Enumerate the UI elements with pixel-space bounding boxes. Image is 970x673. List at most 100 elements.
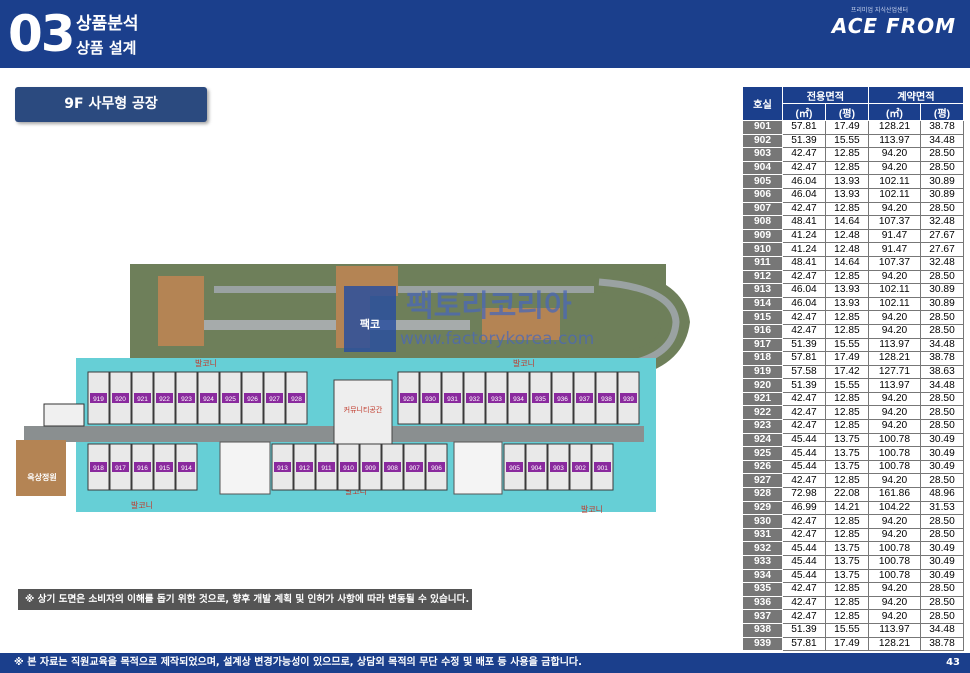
table-row: 908 48.41 14.64 107.37 32.48 — [742, 215, 964, 230]
area-cell: 46.99 — [782, 500, 826, 516]
unit-number: 901 — [597, 465, 608, 472]
table-row: 939 57.81 17.49 128.21 38.78 — [742, 636, 964, 652]
unit-number: 923 — [181, 396, 192, 403]
area-cell: 128.21 — [867, 351, 922, 366]
area-cell: 42.47 — [782, 269, 826, 285]
unit-cell: 928 — [742, 487, 783, 502]
area-cell: 13.75 — [824, 459, 869, 475]
area-cell: 48.41 — [782, 215, 826, 230]
area-cell: 12.85 — [824, 201, 869, 217]
area-cell: 17.49 — [824, 636, 869, 652]
area-cell: 100.78 — [867, 459, 922, 475]
area-cell: 102.11 — [867, 296, 922, 312]
area-cell: 113.97 — [867, 622, 922, 638]
area-cell: 13.93 — [824, 283, 869, 298]
area-cell: 12.85 — [824, 419, 869, 434]
unit-cell: 925 — [742, 446, 783, 461]
table-row: 910 41.24 12.48 91.47 27.67 — [742, 242, 964, 257]
area-cell: 12.85 — [824, 595, 869, 611]
unit-number: 931 — [447, 396, 458, 403]
unit-cell: 936 — [742, 595, 783, 611]
unit-number: 912 — [299, 465, 310, 472]
table-row: 936 42.47 12.85 94.20 28.50 — [742, 595, 964, 611]
plan-unit: 920 — [109, 371, 132, 425]
plan-unit: 929 — [397, 371, 420, 425]
area-cell: 42.47 — [782, 201, 826, 217]
area-cell: 57.81 — [782, 120, 826, 135]
area-cell: 17.42 — [824, 364, 869, 380]
area-cell: 28.50 — [920, 473, 964, 489]
unit-number: 905 — [509, 465, 520, 472]
area-cell: 94.20 — [867, 582, 922, 597]
area-cell: 94.20 — [867, 609, 922, 624]
area-cell: 46.04 — [782, 283, 826, 298]
unit-cell: 926 — [742, 459, 783, 475]
watermark-badge-top: 팩코 — [360, 317, 380, 331]
area-cell: 94.20 — [867, 323, 922, 339]
area-cell: 38.63 — [920, 364, 964, 380]
unit-cell: 906 — [742, 187, 783, 203]
area-cell: 34.48 — [920, 133, 964, 149]
plan-unit: 914 — [175, 443, 198, 491]
area-cell: 30.49 — [920, 446, 964, 461]
area-cell: 15.55 — [824, 378, 869, 393]
section-title: 상품분석 — [76, 14, 139, 34]
col-contract-py: (평) — [920, 103, 964, 121]
plan-unit: 909 — [359, 443, 382, 491]
area-cell: 28.50 — [920, 201, 964, 217]
area-cell: 94.20 — [867, 405, 922, 421]
area-cell: 94.20 — [867, 310, 922, 325]
area-cell: 34.48 — [920, 622, 964, 638]
plan-unit: 925 — [219, 371, 242, 425]
unit-cell: 921 — [742, 391, 783, 407]
area-cell: 28.50 — [920, 609, 964, 624]
area-cell: 45.44 — [782, 446, 826, 461]
plan-unit: 927 — [263, 371, 286, 425]
unit-cell: 916 — [742, 323, 783, 339]
table-row: 937 42.47 12.85 94.20 28.50 — [742, 609, 964, 624]
section-subtitle: 상품 설계 — [76, 39, 137, 57]
area-cell: 12.85 — [824, 609, 869, 624]
area-cell: 13.75 — [824, 568, 869, 584]
area-cell: 100.78 — [867, 432, 922, 448]
plan-unit: 922 — [153, 371, 176, 425]
area-cell: 32.48 — [920, 215, 964, 230]
plan-unit: 937 — [573, 371, 596, 425]
area-cell: 12.85 — [824, 310, 869, 325]
table-row: 925 45.44 13.75 100.78 30.49 — [742, 446, 964, 461]
area-cell: 28.50 — [920, 323, 964, 339]
area-cell: 28.50 — [920, 405, 964, 421]
unit-number: 932 — [469, 396, 480, 403]
unit-number: 928 — [291, 396, 302, 403]
unit-cell: 920 — [742, 378, 783, 393]
area-cell: 42.47 — [782, 419, 826, 434]
unit-number: 924 — [203, 396, 214, 403]
unit-number: 903 — [553, 465, 564, 472]
unit-cell: 933 — [742, 555, 783, 570]
units-bottom: 918 917 916 915 914 913 912 911 910 909 908 907 906 9… — [87, 443, 614, 491]
unit-cell: 932 — [742, 541, 783, 556]
area-cell: 94.20 — [867, 201, 922, 217]
area-cell: 100.78 — [867, 568, 922, 584]
area-cell: 38.78 — [920, 120, 964, 135]
table-row: 920 51.39 15.55 113.97 34.48 — [742, 378, 964, 393]
plan-unit: 907 — [403, 443, 426, 491]
plan-unit: 939 — [617, 371, 640, 425]
area-cell: 91.47 — [867, 242, 922, 257]
table-row: 907 42.47 12.85 94.20 28.50 — [742, 201, 964, 217]
table-row: 909 41.24 12.48 91.47 27.67 — [742, 228, 964, 244]
unit-cell: 914 — [742, 296, 783, 312]
unit-cell: 911 — [742, 255, 783, 271]
area-cell: 28.50 — [920, 419, 964, 434]
plan-unit: 934 — [507, 371, 530, 425]
col-exclusive-m2: (㎡) — [782, 103, 826, 121]
area-cell: 42.47 — [782, 609, 826, 624]
table-row: 928 72.98 22.08 161.86 48.96 — [742, 487, 964, 502]
table-row: 923 42.47 12.85 94.20 28.50 — [742, 419, 964, 434]
table-row: 903 42.47 12.85 94.20 28.50 — [742, 147, 964, 162]
plan-unit: 912 — [293, 443, 316, 491]
table-row: 915 42.47 12.85 94.20 28.50 — [742, 310, 964, 325]
table-row: 904 42.47 12.85 94.20 28.50 — [742, 160, 964, 176]
area-cell: 128.21 — [867, 636, 922, 652]
area-cell: 12.85 — [824, 269, 869, 285]
